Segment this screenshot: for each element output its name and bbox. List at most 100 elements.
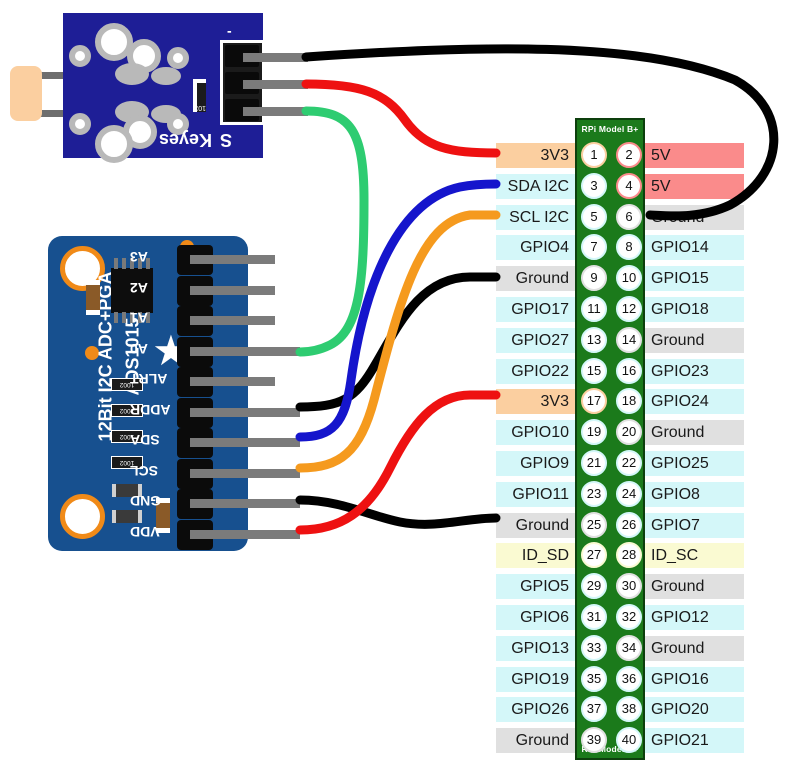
- gpio-pin-circle[interactable]: 4: [616, 172, 642, 199]
- gpio-pin-circle[interactable]: 40: [616, 727, 642, 754]
- gpio-left-label[interactable]: GPIO9: [496, 450, 575, 476]
- gpio-right-label[interactable]: GPIO20: [645, 697, 744, 723]
- keyes-resistor: 103: [193, 79, 206, 112]
- gpio-right-label[interactable]: Ground: [645, 204, 744, 230]
- gpio-right-label[interactable]: GPIO12: [645, 604, 744, 630]
- gpio-pin-circle[interactable]: 14: [616, 326, 642, 353]
- gpio-pin-circle[interactable]: 2: [616, 142, 642, 168]
- gpio-right-label[interactable]: 5V: [645, 143, 744, 168]
- gpio-left-label[interactable]: Ground: [496, 266, 575, 292]
- ads-vdd-wire: [295, 390, 501, 535]
- gpio-pin-circle[interactable]: 21: [581, 449, 607, 476]
- ads-pin-label: SDA: [130, 432, 160, 448]
- gpio-pin-circle[interactable]: 15: [581, 357, 607, 384]
- gpio-right-label[interactable]: Ground: [645, 574, 744, 600]
- gpio-left-label[interactable]: GPIO19: [496, 666, 575, 692]
- gpio-left-label[interactable]: GPIO10: [496, 420, 575, 446]
- gpio-pin-circle[interactable]: 34: [616, 634, 642, 661]
- mounting-hole: [60, 494, 105, 539]
- gpio-left-label[interactable]: ID_SD: [496, 543, 575, 569]
- gpio-pin-circle[interactable]: 11: [581, 295, 607, 322]
- board-caption-top: RPi Model B+: [581, 124, 639, 134]
- gpio-left-label[interactable]: GPIO6: [496, 604, 575, 630]
- gpio-left-label[interactable]: Ground: [496, 512, 575, 538]
- gpio-left-label[interactable]: GPIO27: [496, 327, 575, 353]
- keyes-pad: [115, 63, 149, 85]
- gpio-right-label[interactable]: GPIO14: [645, 235, 744, 261]
- gpio-pin-circle[interactable]: 1: [581, 142, 607, 168]
- chip-pin: [114, 312, 118, 323]
- gpio-pin-circle[interactable]: 31: [581, 603, 607, 630]
- gpio-pin-circle[interactable]: 30: [616, 573, 642, 600]
- keyes-pad: [69, 45, 91, 67]
- gpio-pin-circle[interactable]: 10: [616, 265, 642, 292]
- gpio-pin-circle[interactable]: 19: [581, 419, 607, 446]
- sda-wire: [295, 179, 501, 442]
- gpio-right-label[interactable]: GPIO25: [645, 450, 744, 476]
- gpio-pin-circle[interactable]: 16: [616, 357, 642, 384]
- gpio-right-label[interactable]: Ground: [645, 635, 744, 661]
- ads-pin-lead: [190, 407, 300, 417]
- gpio-right-label[interactable]: GPIO23: [645, 358, 744, 384]
- gpio-right-label[interactable]: Ground: [645, 327, 744, 353]
- gpio-left-label[interactable]: GPIO22: [496, 358, 575, 384]
- gpio-pin-circle[interactable]: 25: [581, 511, 607, 538]
- gpio-pin-circle[interactable]: 9: [581, 265, 607, 292]
- gpio-pin-circle[interactable]: 3: [581, 172, 607, 199]
- ads-pin-lead: [190, 438, 300, 447]
- gpio-right-label[interactable]: GPIO21: [645, 728, 744, 754]
- ads-pin-label: A0: [130, 340, 148, 357]
- gpio-pin-circle[interactable]: 22: [616, 449, 642, 476]
- gpio-left-label[interactable]: GPIO13: [496, 635, 575, 661]
- gpio-pin-circle[interactable]: 6: [616, 203, 642, 230]
- gpio-right-label[interactable]: GPIO7: [645, 512, 744, 538]
- gpio-right-label[interactable]: ID_SC: [645, 543, 744, 569]
- gpio-right-label[interactable]: GPIO8: [645, 481, 744, 507]
- gpio-pin-circle[interactable]: 29: [581, 573, 607, 600]
- gpio-right-label[interactable]: 5V: [645, 173, 744, 199]
- gpio-pin-circle[interactable]: 24: [616, 480, 642, 507]
- ads-pin-label: VDD: [130, 523, 160, 540]
- gpio-left-label[interactable]: Ground: [496, 728, 575, 754]
- gpio-left-label[interactable]: SCL I2C: [496, 204, 575, 230]
- gpio-right-label[interactable]: GPIO16: [645, 666, 744, 692]
- keyes-pad: [69, 113, 91, 135]
- ads-pin-lead: [190, 346, 300, 356]
- gpio-pin-circle[interactable]: 36: [616, 665, 642, 692]
- gpio-left-label[interactable]: GPIO4: [496, 235, 575, 261]
- gpio-left-label[interactable]: 3V3: [496, 143, 575, 168]
- gpio-pin-circle[interactable]: 33: [581, 634, 607, 661]
- gpio-pin-circle[interactable]: 13: [581, 326, 607, 353]
- gpio-pin-circle[interactable]: 35: [581, 665, 607, 692]
- gpio-left-label[interactable]: SDA I2C: [496, 173, 575, 199]
- ads-pin-lead: [190, 285, 275, 295]
- gpio-right-label[interactable]: Ground: [645, 420, 744, 446]
- gpio-left-label[interactable]: GPIO17: [496, 296, 575, 322]
- gpio-right-label[interactable]: GPIO18: [645, 296, 744, 322]
- gpio-pin-circle[interactable]: 23: [581, 480, 607, 507]
- gpio-pin-circle[interactable]: 26: [616, 511, 642, 538]
- keyes-lead-plus: [243, 80, 308, 89]
- gpio-left-label[interactable]: 3V3: [496, 389, 575, 415]
- gpio-pin-circle[interactable]: 5: [581, 203, 607, 230]
- gpio-pin-circle[interactable]: 20: [616, 419, 642, 446]
- ads-gnd-wire: [295, 495, 501, 529]
- scl-wire: [295, 210, 501, 473]
- ads-pin-label: GND: [130, 493, 162, 509]
- gpio-pin-circle[interactable]: 32: [616, 603, 642, 630]
- gpio-right-label[interactable]: GPIO15: [645, 266, 744, 292]
- keyes-signal-wire: [295, 106, 369, 357]
- gpio-pin-circle[interactable]: 39: [581, 727, 607, 754]
- ads-pin-lead: [190, 377, 275, 386]
- gpio-pin-circle[interactable]: 12: [616, 295, 642, 322]
- addr-gnd-wire: [295, 272, 501, 412]
- ads-pin-lead: [190, 468, 300, 478]
- keyes-3v3-wire: [301, 79, 501, 158]
- gpio-left-label[interactable]: GPIO11: [496, 481, 575, 507]
- chip-pin: [122, 312, 126, 323]
- keyes-pad: [151, 67, 181, 85]
- gpio-left-label[interactable]: GPIO5: [496, 574, 575, 600]
- gpio-right-label[interactable]: GPIO24: [645, 389, 744, 415]
- ads-pin-label: A1: [130, 310, 148, 326]
- gpio-left-label[interactable]: GPIO26: [496, 697, 575, 723]
